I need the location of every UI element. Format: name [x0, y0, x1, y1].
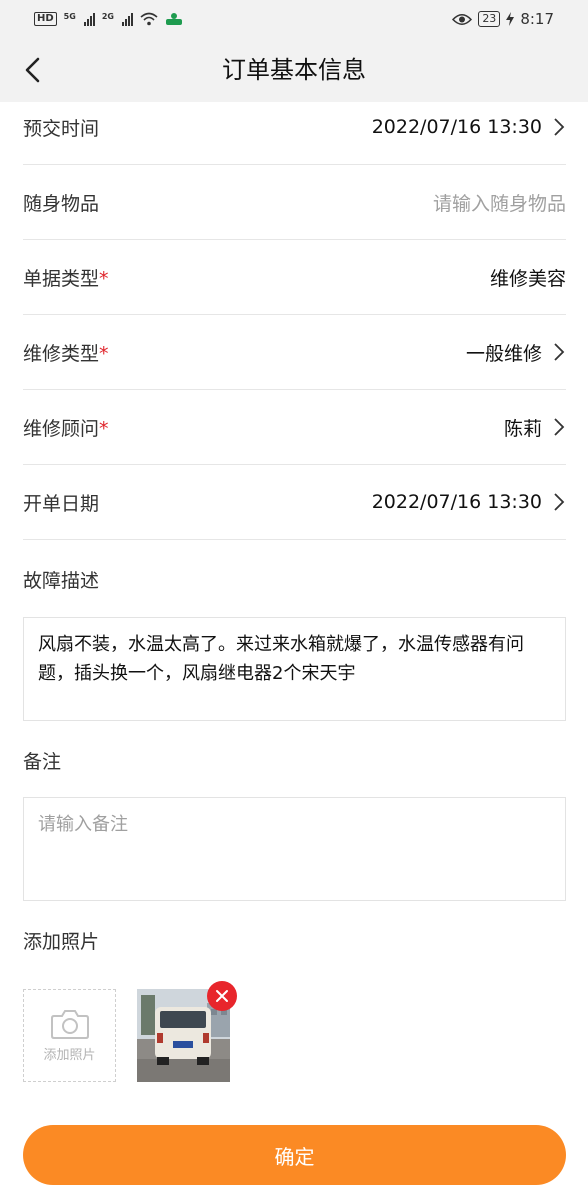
fault-label: 故障描述 [23, 570, 100, 592]
delete-photo-button[interactable] [207, 981, 237, 1011]
hd-badge: HD [34, 12, 57, 26]
clock: 8:17 [520, 10, 554, 28]
row-value: 陈莉 [504, 414, 566, 441]
row-label: 随身物品 [23, 192, 100, 215]
row-label: 维修类型* [23, 342, 109, 365]
required-mark: * [99, 342, 109, 365]
required-mark: * [99, 267, 109, 290]
row-value: 2022/07/16 13:30 [372, 116, 566, 138]
chevron-right-icon [554, 418, 565, 436]
row-label: 单据类型* [23, 267, 109, 290]
app-notification-icon [165, 13, 182, 25]
photos-label: 添加照片 [23, 931, 100, 953]
belongings-input[interactable]: 请输入随身物品 [433, 189, 566, 216]
row-label: 预交时间 [23, 117, 100, 140]
confirm-button[interactable]: 确定 [23, 1125, 566, 1185]
network-2g-label: 2G [101, 12, 114, 21]
battery-level: 23 [478, 11, 501, 27]
row-order-date[interactable]: 开单日期 2022/07/16 13:30 [23, 465, 566, 540]
wifi-icon [140, 12, 158, 26]
signal-icon-2 [121, 12, 133, 26]
row-deposit-time[interactable]: 预交时间 2022/07/16 13:30 [23, 90, 566, 165]
chevron-right-icon [554, 493, 565, 511]
charging-icon [506, 12, 515, 26]
row-value: 维修美容 [489, 267, 566, 290]
required-mark: * [99, 417, 109, 440]
signal-icon [83, 12, 95, 26]
status-bar: HD 5G 2G 23 8:17 [0, 0, 588, 38]
status-left: HD 5G 2G [34, 12, 183, 26]
eye-icon [452, 13, 473, 25]
row-value: 一般维修 [466, 339, 566, 366]
row-value: 2022/07/16 13:30 [372, 491, 566, 513]
row-repair-type[interactable]: 维修类型* 一般维修 [23, 315, 566, 390]
remark-label: 备注 [23, 751, 62, 773]
camera-icon [50, 1010, 89, 1039]
fault-description-field[interactable]: 风扇不装，水温太高了。来过来水箱就爆了，水温传感器有问题，插头换一个，风扇继电器… [23, 617, 566, 721]
network-5g-label: 5G [63, 12, 76, 21]
back-button[interactable] [16, 52, 52, 88]
row-label: 开单日期 [23, 492, 100, 515]
row-label: 维修顾问* [23, 417, 109, 440]
chevron-right-icon [554, 343, 565, 361]
add-photo-button[interactable]: 添加照片 [23, 989, 116, 1082]
status-right: 23 8:17 [452, 10, 554, 28]
close-icon [216, 990, 228, 1002]
remark-field[interactable]: 请输入备注 [23, 797, 566, 901]
chevron-right-icon [554, 118, 565, 136]
chevron-left-icon [25, 57, 40, 83]
row-belongings[interactable]: 随身物品 请输入随身物品 [23, 165, 566, 240]
row-document-type: 单据类型* 维修美容 [23, 240, 566, 315]
add-photo-label: 添加照片 [43, 1048, 96, 1063]
row-service-advisor[interactable]: 维修顾问* 陈莉 [23, 390, 566, 465]
